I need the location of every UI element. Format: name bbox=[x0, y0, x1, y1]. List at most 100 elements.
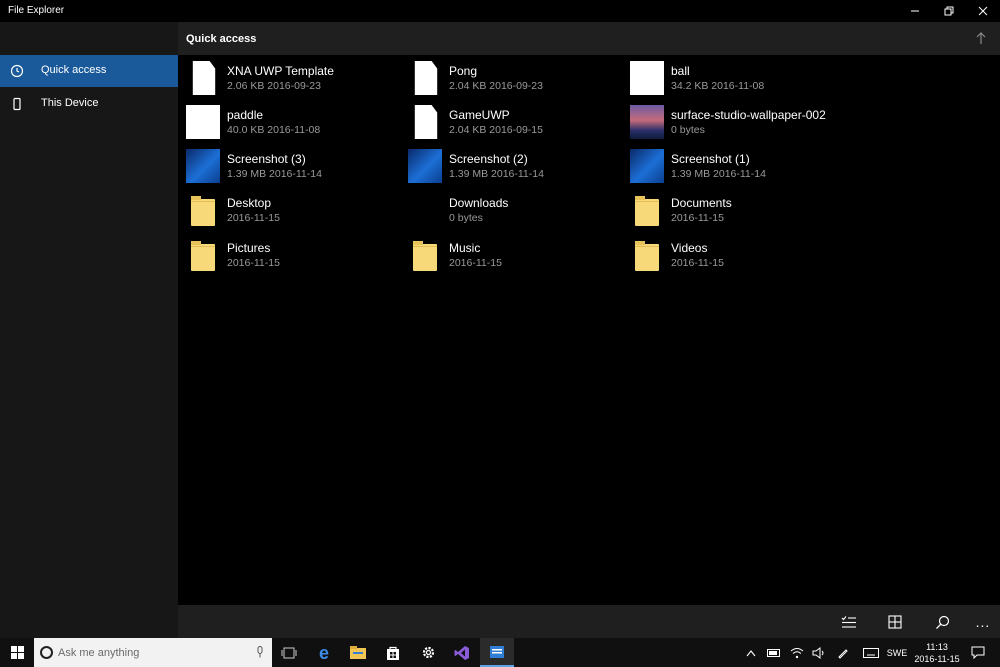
close-icon bbox=[978, 6, 988, 16]
window-title: File Explorer bbox=[8, 5, 65, 16]
select-list-icon bbox=[841, 616, 856, 628]
wifi-icon bbox=[790, 647, 804, 658]
sidebar-item-quick-access[interactable]: Quick access bbox=[0, 55, 178, 87]
file-name: Screenshot (1) bbox=[671, 152, 750, 166]
file-tile[interactable]: GameUWP 2.04 KB 2016-09-15 bbox=[400, 99, 622, 139]
file-tile[interactable]: paddle 40.0 KB 2016-11-08 bbox=[178, 99, 400, 139]
input-language-button[interactable]: SWE bbox=[885, 638, 909, 667]
visual-studio-icon bbox=[454, 645, 469, 660]
page-title: Quick access bbox=[186, 33, 257, 45]
file-tile[interactable]: Pong 2.04 KB 2016-09-23 bbox=[400, 55, 622, 95]
file-name: Screenshot (3) bbox=[227, 152, 306, 166]
sidebar-item-label: Quick access bbox=[41, 64, 107, 76]
title-bar: File Explorer bbox=[0, 0, 1000, 22]
file-grid: XNA UWP Template 2.06 KB 2016-09-23 Pong… bbox=[178, 55, 1000, 605]
restore-button[interactable] bbox=[932, 0, 966, 22]
clock-time: 11:13 bbox=[926, 642, 948, 652]
windows-logo-icon bbox=[10, 646, 24, 659]
settings-icon bbox=[422, 646, 434, 659]
keyboard-icon bbox=[863, 647, 879, 658]
more-button[interactable]: ... bbox=[972, 611, 994, 633]
store-button[interactable] bbox=[376, 638, 410, 667]
folder-meta: 2016-11-15 bbox=[227, 212, 280, 224]
file-explorer-app-button[interactable] bbox=[480, 638, 514, 667]
task-view-icon bbox=[281, 647, 297, 658]
file-explorer-app-icon bbox=[490, 645, 504, 658]
network-button[interactable] bbox=[788, 638, 806, 667]
folder-meta: 0 bytes bbox=[449, 212, 483, 224]
folder-tile[interactable]: Pictures 2016-11-15 bbox=[178, 232, 400, 272]
sidebar-item-this-device[interactable]: This Device bbox=[0, 88, 178, 120]
minimize-button[interactable] bbox=[898, 0, 932, 22]
task-view-button[interactable] bbox=[272, 638, 306, 667]
file-tile[interactable]: Screenshot (1) 1.39 MB 2016-11-14 bbox=[622, 143, 844, 183]
folder-tile[interactable]: Downloads 0 bytes bbox=[400, 187, 622, 227]
image-thumbnail bbox=[630, 149, 664, 183]
folder-meta: 2016-11-15 bbox=[227, 257, 280, 269]
explorer-icon bbox=[350, 646, 366, 659]
file-name: Screenshot (2) bbox=[449, 152, 528, 166]
file-tile[interactable]: surface-studio-wallpaper-002 0 bytes bbox=[622, 99, 844, 139]
file-tile[interactable]: XNA UWP Template 2.06 KB 2016-09-23 bbox=[178, 55, 400, 95]
folder-tile[interactable]: Videos 2016-11-15 bbox=[622, 232, 844, 272]
file-meta: 1.39 MB 2016-11-14 bbox=[671, 168, 766, 180]
file-meta: 34.2 KB 2016-11-08 bbox=[671, 80, 765, 92]
folder-name: Music bbox=[449, 241, 481, 255]
folder-meta: 2016-11-15 bbox=[449, 257, 502, 269]
folder-name: Pictures bbox=[227, 241, 271, 255]
microphone-icon[interactable] bbox=[256, 646, 264, 658]
search-icon bbox=[935, 615, 949, 629]
volume-button[interactable] bbox=[810, 638, 828, 667]
taskbar-search-box[interactable]: Ask me anything bbox=[34, 638, 272, 667]
touch-keyboard-button[interactable] bbox=[860, 638, 882, 667]
grid-view-button[interactable] bbox=[884, 611, 906, 633]
settings-button[interactable] bbox=[411, 638, 445, 667]
store-icon bbox=[387, 646, 399, 660]
folder-name: Downloads bbox=[449, 196, 509, 210]
taskbar-clock[interactable]: 11:13 2016-11-15 bbox=[910, 641, 964, 665]
up-arrow-icon[interactable] bbox=[974, 31, 988, 45]
file-meta: 2.04 KB 2016-09-23 bbox=[449, 80, 543, 92]
file-name: Pong bbox=[449, 64, 478, 78]
start-button[interactable] bbox=[0, 638, 34, 667]
folder-icon bbox=[630, 193, 664, 227]
pen-button[interactable] bbox=[834, 638, 852, 667]
close-button[interactable] bbox=[966, 0, 1000, 22]
visual-studio-button[interactable] bbox=[445, 638, 479, 667]
battery-icon bbox=[767, 648, 780, 657]
sidebar-item-label: This Device bbox=[41, 97, 99, 109]
edge-icon: e bbox=[318, 642, 329, 663]
search-button[interactable] bbox=[931, 611, 953, 633]
select-button[interactable] bbox=[838, 611, 860, 633]
location-header: Quick access bbox=[178, 22, 1000, 55]
folder-tile[interactable]: Documents 2016-11-15 bbox=[622, 187, 844, 227]
battery-button[interactable] bbox=[765, 638, 783, 667]
folder-name: Documents bbox=[671, 196, 732, 210]
pen-icon bbox=[838, 648, 848, 659]
image-thumbnail bbox=[408, 149, 442, 183]
folder-meta: 2016-11-15 bbox=[671, 212, 724, 224]
file-meta: 2.04 KB 2016-09-15 bbox=[449, 124, 543, 136]
file-meta: 40.0 KB 2016-11-08 bbox=[227, 124, 321, 136]
folder-tile[interactable]: Music 2016-11-15 bbox=[400, 232, 622, 272]
folder-name: Videos bbox=[671, 241, 708, 255]
taskbar: Ask me anything e SWE 11:13 2016-11-15 bbox=[0, 638, 1000, 667]
edge-button[interactable]: e bbox=[307, 638, 341, 667]
file-name: surface-studio-wallpaper-002 bbox=[671, 108, 826, 122]
file-tile[interactable]: ball 34.2 KB 2016-11-08 bbox=[622, 55, 844, 95]
grid-view-icon bbox=[888, 615, 902, 629]
action-center-button[interactable] bbox=[967, 638, 989, 667]
folder-tile[interactable]: Desktop 2016-11-15 bbox=[178, 187, 400, 227]
file-name: GameUWP bbox=[449, 108, 510, 122]
file-icon bbox=[414, 105, 438, 139]
file-tile[interactable]: Screenshot (2) 1.39 MB 2016-11-14 bbox=[400, 143, 622, 183]
folder-icon bbox=[186, 238, 220, 272]
show-hidden-icons-button[interactable] bbox=[744, 638, 758, 667]
explorer-button[interactable] bbox=[341, 638, 375, 667]
command-bar: ... bbox=[178, 605, 1000, 638]
file-icon bbox=[192, 61, 216, 95]
clock-icon bbox=[10, 64, 24, 78]
chevron-up-icon bbox=[746, 649, 756, 656]
file-meta: 0 bytes bbox=[671, 124, 705, 136]
file-tile[interactable]: Screenshot (3) 1.39 MB 2016-11-14 bbox=[178, 143, 400, 183]
